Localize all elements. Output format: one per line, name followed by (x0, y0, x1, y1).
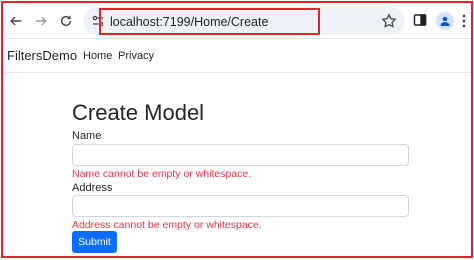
profile-icon[interactable] (436, 12, 454, 30)
bookmark-star-icon[interactable] (381, 13, 397, 29)
reload-icon[interactable] (55, 10, 77, 32)
address-input[interactable] (72, 195, 409, 217)
submit-button[interactable]: Submit (72, 231, 117, 253)
name-validation-error: Name cannot be empty or whitespace. (72, 168, 252, 180)
nav-home-link[interactable]: Home (83, 50, 112, 62)
address-validation-error: Address cannot be empty or whitespace. (72, 219, 262, 231)
address-bar[interactable]: localhost:7199/Home/Create (83, 7, 405, 35)
brand-link[interactable]: FiltersDemo (7, 48, 77, 63)
forward-arrow-icon[interactable] (30, 10, 52, 32)
more-menu-icon[interactable] (461, 13, 467, 29)
address-label: Address (72, 182, 113, 194)
screenshot-frame: localhost:7199/Home/Create FiltersDemo H… (1, 1, 473, 258)
browser-toolbar: localhost:7199/Home/Create (3, 3, 471, 39)
back-arrow-icon[interactable] (5, 10, 27, 32)
page-title: Create Model (72, 100, 205, 125)
name-label: Name (72, 130, 102, 142)
name-input[interactable] (72, 144, 409, 166)
url-text[interactable]: localhost:7199/Home/Create (110, 15, 268, 29)
nav-privacy-link[interactable]: Privacy (118, 50, 154, 62)
app-navbar: FiltersDemo Home Privacy (3, 39, 471, 73)
url-highlight-box: localhost:7199/Home/Create (99, 8, 320, 35)
side-panel-icon[interactable] (413, 13, 427, 27)
